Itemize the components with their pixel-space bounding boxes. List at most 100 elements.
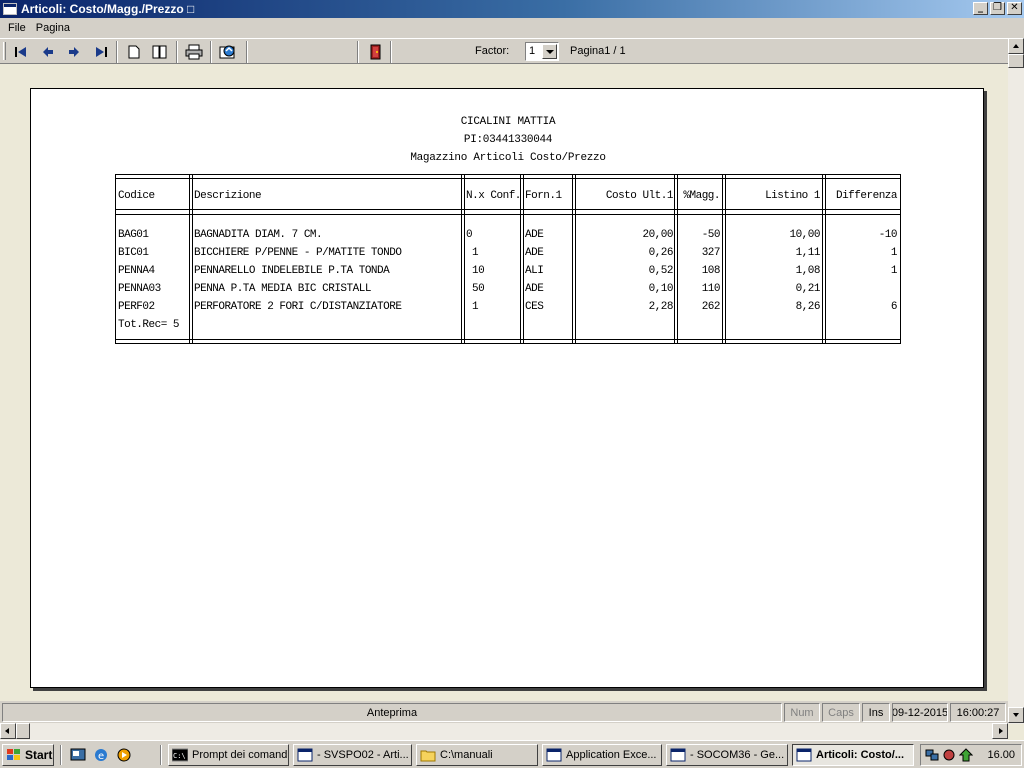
toolbar-grip[interactable] <box>3 42 6 60</box>
taskbar-separator <box>60 745 62 765</box>
update-icon[interactable] <box>959 748 973 762</box>
toolbar-separator <box>357 41 359 63</box>
task-manuali[interactable]: C:\manuali <box>416 744 538 766</box>
folder-icon <box>420 750 436 762</box>
scroll-up-button[interactable] <box>1008 38 1024 54</box>
task-label: - SOCOM36 - Ge... <box>690 749 785 761</box>
table-cell: BAGNADITA DIAM. 7 CM. <box>194 229 323 241</box>
col-header-magg: %Magg. <box>683 190 720 202</box>
two-page-button[interactable] <box>149 42 171 62</box>
horizontal-scrollbar[interactable] <box>0 723 1008 740</box>
factor-select[interactable]: 1 <box>525 42 559 61</box>
window-icon <box>670 748 686 762</box>
next-page-button[interactable] <box>63 42 85 62</box>
task-socom36[interactable]: - SOCOM36 - Ge... <box>666 744 788 766</box>
table-cell: 20,00 <box>642 229 673 241</box>
scroll-right-button[interactable] <box>992 723 1008 739</box>
task-label: Articoli: Costo/... <box>816 749 904 761</box>
table-cell: 1 <box>472 301 479 313</box>
prev-page-button[interactable] <box>37 42 59 62</box>
menu-file[interactable]: File <box>3 22 31 34</box>
col-header-differenza: Differenza <box>835 190 898 202</box>
status-mode: Anteprima <box>2 703 782 722</box>
table-cell: PENNA03 <box>118 283 161 295</box>
svg-text:e: e <box>98 751 104 762</box>
title-bar[interactable]: Articoli: Costo/Magg./Prezzo □ _ ❒ ✕ <box>0 0 1024 18</box>
prev-page-icon <box>43 47 53 57</box>
export-button[interactable] <box>217 42 239 62</box>
first-page-icon <box>15 47 26 57</box>
toolbar: Factor: 1 Pagina1 / 1 <box>0 38 1008 64</box>
toolbar-separator <box>210 41 212 63</box>
svg-text:C:\: C:\ <box>173 752 186 760</box>
show-desktop-icon[interactable] <box>70 747 86 763</box>
task-label: - SVSPO02 - Arti... <box>317 749 409 761</box>
table-cell: 1,11 <box>795 247 821 259</box>
start-button[interactable]: Start <box>2 744 54 766</box>
status-ins: Ins <box>862 703 890 722</box>
task-application-exce[interactable]: Application Exce... <box>542 744 662 766</box>
taskbar-separator <box>160 745 162 765</box>
chevron-down-icon[interactable] <box>542 44 557 59</box>
exit-button[interactable] <box>364 42 386 62</box>
table-cell: PENNARELLO INDELEBILE P.TA TONDA <box>194 265 390 277</box>
close-button[interactable]: ✕ <box>1007 2 1022 15</box>
status-caps: Caps <box>822 703 860 722</box>
system-tray: 16.00 <box>920 744 1022 766</box>
toolbar-separator <box>176 41 178 63</box>
menu-pagina[interactable]: Pagina <box>31 22 75 34</box>
status-num: Num <box>784 703 820 722</box>
last-page-icon <box>96 47 107 57</box>
menu-bar: File Pagina <box>0 18 1024 38</box>
horizontal-scroll-thumb[interactable] <box>16 723 30 739</box>
table-cell: CES <box>525 301 544 313</box>
exit-door-icon <box>370 44 381 60</box>
task-svspo02[interactable]: - SVSPO02 - Arti... <box>293 744 412 766</box>
factor-value: 1 <box>529 45 536 57</box>
table-cell: 0 <box>466 229 473 241</box>
taskbar: Start e C:\ Prompt dei comandi - SVSPO02… <box>0 740 1024 768</box>
window-app-icon <box>3 3 17 15</box>
vertical-scrollbar[interactable] <box>1008 38 1024 724</box>
preview-area[interactable]: CICALINI MATTIA PI:03441330044 Magazzino… <box>0 65 1008 701</box>
table-cell: ADE <box>525 247 544 259</box>
scroll-left-button[interactable] <box>0 723 16 739</box>
two-page-icon <box>152 45 167 59</box>
status-bar: Anteprima Num Caps Ins 09-12-2015 16:00:… <box>0 701 1008 723</box>
window-icon <box>297 748 313 762</box>
report-title: Magazzino Articoli Costo/Prezzo <box>410 152 606 164</box>
toolbar-separator <box>116 41 118 63</box>
table-cell: 1,08 <box>795 265 821 277</box>
last-page-button[interactable] <box>90 42 112 62</box>
security-icon[interactable] <box>942 748 956 762</box>
report-company: CICALINI MATTIA <box>460 116 556 128</box>
window-title: Articoli: Costo/Magg./Prezzo □ <box>21 2 195 16</box>
scroll-down-button[interactable] <box>1008 707 1024 723</box>
report-table: Codice Descrizione N.x Conf. Forn.1 Cost… <box>115 174 901 344</box>
table-cell: PENNA4 <box>118 265 155 277</box>
table-cell: 0,10 <box>648 283 674 295</box>
col-header-codice: Codice <box>118 190 155 202</box>
table-cell: BIC01 <box>118 247 149 259</box>
task-articoli-costo[interactable]: Articoli: Costo/... <box>792 744 914 766</box>
table-cell: 6 <box>890 301 898 313</box>
restore-button[interactable]: ❒ <box>990 2 1005 15</box>
internet-explorer-icon[interactable]: e <box>93 747 109 763</box>
task-prompt-comandi[interactable]: C:\ Prompt dei comandi <box>168 744 289 766</box>
single-page-icon <box>128 45 140 59</box>
table-cell: 2,28 <box>648 301 674 313</box>
windows-logo-icon <box>7 749 20 760</box>
col-header-descrizione: Descrizione <box>194 190 262 202</box>
table-cell: BICCHIERE P/PENNE - P/MATITE TONDO <box>194 247 402 259</box>
media-player-icon[interactable] <box>116 747 132 763</box>
col-header-forn: Forn.1 <box>525 190 562 202</box>
minimize-button[interactable]: _ <box>973 2 988 15</box>
print-button[interactable] <box>183 42 205 62</box>
first-page-button[interactable] <box>10 42 32 62</box>
vertical-scroll-thumb[interactable] <box>1008 54 1024 68</box>
col-header-costo: Costo Ult.1 <box>605 190 674 202</box>
table-cell: ADE <box>525 283 544 295</box>
network-icon[interactable] <box>925 748 939 762</box>
table-cell: 1 <box>472 247 479 259</box>
single-page-button[interactable] <box>123 42 145 62</box>
